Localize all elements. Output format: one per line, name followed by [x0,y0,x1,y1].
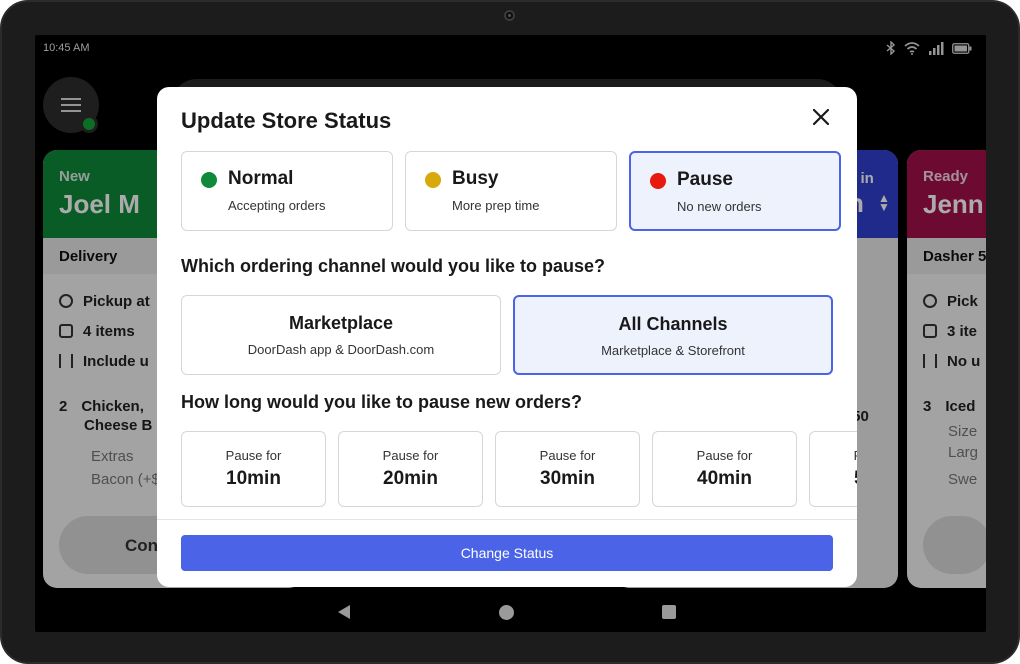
status-dot-icon [650,173,666,189]
status-label: Normal [228,168,294,189]
duration-prefix: Pause for [810,448,857,463]
home-icon[interactable] [499,605,514,620]
channel-description: Marketplace & Storefront [601,343,745,358]
status-label: Pause [677,169,733,190]
duration-prefix: Pause for [225,448,282,463]
channel-question: Which ordering channel would you like to… [181,256,606,276]
change-status-button[interactable]: Change Status [181,535,833,571]
duration-option-40min[interactable]: Pause for 40min [652,431,797,507]
android-nav-bar [35,595,986,632]
duration-prefix: Pause for [539,448,596,463]
close-button[interactable] [807,103,835,131]
status-dot-icon [201,172,217,188]
channel-option-all-channels[interactable]: All Channels Marketplace & Storefront [513,295,833,375]
dialog-title: Update Store Status [181,108,392,133]
duration-options-scroller[interactable]: Pause for 10min Pause for 20min Pause fo… [181,431,857,507]
duration-value: 30min [540,468,595,489]
duration-value: 20min [383,468,438,489]
duration-option-20min[interactable]: Pause for 20min [338,431,483,507]
status-description: No new orders [677,199,762,214]
duration-prefix: Pause for [382,448,439,463]
duration-question: How long would you like to pause new ord… [181,392,583,412]
duration-value: 50min [810,468,857,490]
duration-option-30min[interactable]: Pause for 30min [495,431,640,507]
channel-option-marketplace[interactable]: Marketplace DoorDash app & DoorDash.com [181,295,501,375]
duration-value: 10min [226,468,281,489]
status-option-busy[interactable]: Busy More prep time [405,151,617,231]
front-camera [504,10,515,21]
tablet-frame: 10:45 AM New Joel M Delivery Pickup at 4… [0,0,1020,664]
screen: 10:45 AM New Joel M Delivery Pickup at 4… [35,35,986,632]
status-option-pause[interactable]: Pause No new orders [629,151,841,231]
channel-label: Marketplace [288,313,394,333]
duration-prefix: Pause for [696,448,753,463]
status-description: Accepting orders [228,198,326,213]
close-icon [813,109,829,125]
channel-description: DoorDash app & DoorDash.com [247,342,435,357]
status-description: More prep time [452,198,540,213]
recents-icon[interactable] [662,605,676,619]
status-dot-icon [425,172,441,188]
status-label: Busy [452,168,499,189]
channel-label: All Channels [618,314,728,334]
duration-option-10min[interactable]: Pause for 10min [181,431,326,507]
back-icon[interactable] [337,604,351,620]
status-option-normal[interactable]: Normal Accepting orders [181,151,393,231]
footer-divider [157,519,857,520]
duration-value: 40min [697,468,752,489]
duration-option-50min[interactable]: Pause for 50min [809,431,857,507]
update-store-status-dialog: Update Store Status Normal Accepting ord… [157,87,857,587]
